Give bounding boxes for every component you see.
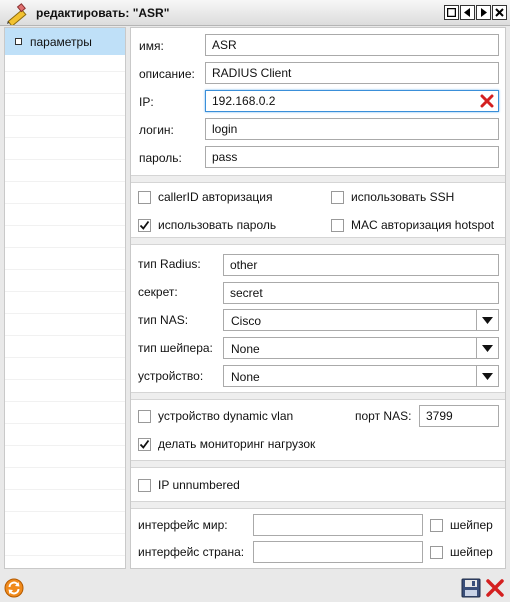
- device-select[interactable]: None: [223, 365, 499, 387]
- mac-auth-hotspot-checkbox[interactable]: MAC авторизация hotspot: [331, 218, 494, 232]
- window-title: редактировать: "ASR": [36, 6, 170, 20]
- check-icon: [139, 439, 150, 449]
- radius-type-label: тип Radius:: [138, 257, 201, 271]
- chevron-down-icon[interactable]: [476, 310, 498, 330]
- login-label: логин:: [139, 123, 174, 137]
- checkbox-box: [138, 478, 151, 492]
- device-label: устройство:: [138, 369, 204, 383]
- interface-world-label: интерфейс мир:: [138, 518, 228, 532]
- checkbox-box: [430, 518, 443, 532]
- description-input[interactable]: [205, 62, 499, 84]
- load-monitoring-checkbox[interactable]: делать мониторинг нагрузок: [138, 437, 315, 451]
- checkbox-box: [138, 190, 151, 204]
- section-divider: [131, 392, 505, 400]
- use-password-label: использовать пароль: [158, 218, 277, 232]
- password-input[interactable]: [205, 146, 499, 168]
- form-panel: имя: описание: IP: логин: пароль: caller…: [130, 27, 506, 569]
- refresh-button[interactable]: [3, 577, 25, 599]
- name-input[interactable]: [205, 34, 499, 56]
- section-divider: [131, 237, 505, 245]
- nas-type-value: Cisco: [231, 314, 262, 328]
- callerid-auth-checkbox[interactable]: callerID авторизация: [138, 190, 272, 204]
- interface-country-shaper-label: шейпер: [450, 545, 493, 559]
- interface-world-shaper-label: шейпер: [450, 518, 493, 532]
- checkbox-box: [331, 218, 344, 232]
- checkbox-box: [138, 437, 151, 451]
- sidebar-item-label: параметры: [30, 34, 92, 49]
- description-label: описание:: [139, 67, 195, 81]
- next-icon: [481, 8, 487, 17]
- window-titlebar: редактировать: "ASR": [0, 0, 510, 27]
- cancel-button[interactable]: [484, 577, 506, 599]
- shaper-type-label: тип шейпера:: [138, 341, 213, 355]
- checkbox-box: [430, 545, 443, 559]
- close-button[interactable]: [492, 5, 507, 20]
- save-icon: [461, 578, 481, 598]
- maximize-icon: [447, 8, 456, 17]
- dynamic-vlan-label: устройство dynamic vlan: [158, 409, 294, 423]
- check-icon: [139, 220, 150, 230]
- interface-world-shaper-checkbox[interactable]: шейпер: [430, 518, 493, 532]
- use-ssh-label: использовать SSH: [351, 190, 455, 204]
- bullet-icon: [15, 38, 22, 45]
- ip-label: IP:: [139, 95, 154, 109]
- nas-port-label: порт NAS:: [355, 409, 412, 423]
- bottom-toolbar: [0, 572, 510, 602]
- load-monitoring-label: делать мониторинг нагрузок: [158, 437, 316, 451]
- chevron-down-icon[interactable]: [476, 366, 498, 386]
- checkbox-box: [138, 218, 151, 232]
- chevron-down-icon[interactable]: [476, 338, 498, 358]
- refresh-icon: [4, 578, 24, 598]
- clear-icon[interactable]: [480, 94, 494, 108]
- use-password-checkbox[interactable]: использовать пароль: [138, 218, 276, 232]
- sidebar-item-parameters[interactable]: параметры: [5, 28, 125, 55]
- use-ssh-checkbox[interactable]: использовать SSH: [331, 190, 454, 204]
- radius-type-input[interactable]: [223, 254, 499, 276]
- login-input[interactable]: [205, 118, 499, 140]
- ip-unnumbered-label: IP unnumbered: [158, 478, 240, 492]
- checkbox-box: [331, 190, 344, 204]
- sidebar: параметры: [4, 27, 126, 569]
- nas-port-input[interactable]: [419, 405, 499, 427]
- device-value: None: [231, 370, 260, 384]
- dynamic-vlan-checkbox[interactable]: устройство dynamic vlan: [138, 409, 293, 423]
- checkbox-box: [138, 409, 151, 423]
- ip-input[interactable]: [205, 90, 499, 112]
- shaper-type-select[interactable]: None: [223, 337, 499, 359]
- ip-unnumbered-checkbox[interactable]: IP unnumbered: [138, 478, 240, 492]
- interface-country-label: интерфейс страна:: [138, 545, 245, 559]
- next-button[interactable]: [476, 5, 491, 20]
- name-label: имя:: [139, 39, 164, 53]
- section-divider: [131, 460, 505, 468]
- secret-input[interactable]: [223, 282, 499, 304]
- prev-button[interactable]: [460, 5, 475, 20]
- shaper-type-value: None: [231, 342, 260, 356]
- secret-label: секрет:: [138, 285, 178, 299]
- password-label: пароль:: [139, 151, 182, 165]
- section-divider: [131, 175, 505, 183]
- nas-type-label: тип NAS:: [138, 313, 189, 327]
- interface-country-input[interactable]: [253, 541, 423, 563]
- maximize-button[interactable]: [444, 5, 459, 20]
- prev-icon: [464, 8, 470, 17]
- pencil-icon: [6, 1, 32, 27]
- save-button[interactable]: [460, 577, 482, 599]
- mac-auth-hotspot-label: MAC авторизация hotspot: [351, 218, 495, 232]
- callerid-auth-label: callerID авторизация: [158, 190, 273, 204]
- cancel-icon: [486, 579, 504, 597]
- interface-world-input[interactable]: [253, 514, 423, 536]
- section-divider: [131, 501, 505, 509]
- nas-type-select[interactable]: Cisco: [223, 309, 499, 331]
- interface-country-shaper-checkbox[interactable]: шейпер: [430, 545, 493, 559]
- close-icon: [495, 8, 504, 17]
